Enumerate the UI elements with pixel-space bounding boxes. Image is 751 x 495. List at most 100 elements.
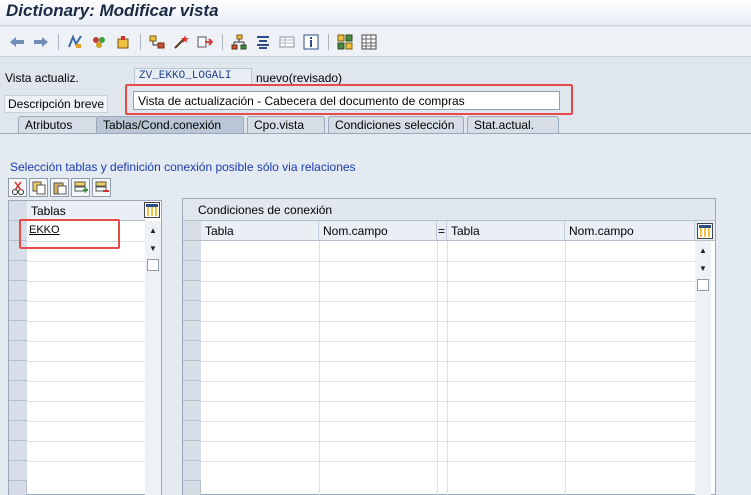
row-selector[interactable]: [183, 261, 201, 281]
activate-icon[interactable]: [114, 33, 132, 51]
scroll-up-icon[interactable]: ▲: [145, 223, 161, 237]
tab-tablas-cond-conexion[interactable]: Tablas/Cond.conexión: [96, 116, 244, 134]
magic-wand-icon[interactable]: [172, 33, 190, 51]
grid-line: [27, 341, 145, 342]
row-selector[interactable]: [9, 261, 27, 281]
grid-config-icon[interactable]: [336, 33, 354, 51]
scroll-down-icon[interactable]: ▼: [695, 261, 711, 275]
ekko-highlight-box: [19, 219, 120, 249]
row-selector[interactable]: [9, 341, 27, 361]
title-bar: Dictionary: Modificar vista: [0, 0, 751, 26]
row-selector[interactable]: [9, 281, 27, 301]
forward-arrow-icon[interactable]: [32, 33, 50, 51]
row-selector[interactable]: [183, 321, 201, 341]
row-selector[interactable]: [183, 421, 201, 441]
conditions-title: Condiciones de conexión: [183, 199, 715, 221]
tab-stat-actual[interactable]: Stat.actual.: [467, 116, 559, 134]
hint-text: Selección tablas y definición conexión p…: [10, 160, 356, 174]
row-selector[interactable]: [183, 461, 201, 481]
description-input[interactable]: Vista de actualización - Cabecera del do…: [133, 91, 560, 110]
delete-row-icon[interactable]: [92, 178, 111, 197]
column-config-icon[interactable]: [697, 223, 713, 239]
back-arrow-icon[interactable]: [8, 33, 26, 51]
grid-line: [27, 401, 145, 402]
grid-line: [201, 321, 695, 322]
scroll-thumb[interactable]: [697, 279, 709, 291]
grid-line: [447, 241, 448, 495]
toolbar-separator: [328, 34, 329, 50]
grid-line: [201, 421, 695, 422]
grid-line: [201, 401, 695, 402]
select-all-cell[interactable]: [9, 201, 27, 220]
column-header-equals: =: [437, 221, 447, 240]
tablas-column-header: Tablas: [27, 201, 145, 220]
tab-cpo-vista[interactable]: Cpo.vista: [247, 116, 325, 134]
copy-icon[interactable]: [29, 178, 48, 197]
row-selector[interactable]: [183, 401, 201, 421]
row-selector[interactable]: [9, 321, 27, 341]
grid-line: [27, 321, 145, 322]
info-icon[interactable]: [302, 33, 320, 51]
transport-icon[interactable]: [196, 33, 214, 51]
scroll-thumb[interactable]: [147, 259, 159, 271]
other-object-icon[interactable]: [90, 33, 108, 51]
grid-line: [27, 461, 145, 462]
cut-icon[interactable]: [8, 178, 27, 197]
grid-line: [27, 281, 145, 282]
toolbar-separator: [222, 34, 223, 50]
grid-line: [201, 341, 695, 342]
toolbar-separator: [140, 34, 141, 50]
grid-line: [437, 241, 438, 495]
row-selector[interactable]: [9, 421, 27, 441]
grid-line: [565, 241, 566, 495]
grid-line: [201, 281, 695, 282]
insert-row-icon[interactable]: [71, 178, 90, 197]
grid-line: [201, 261, 695, 262]
table-icon[interactable]: [278, 33, 296, 51]
row-selector[interactable]: [9, 461, 27, 481]
paste-icon[interactable]: [50, 178, 69, 197]
row-selector[interactable]: [9, 301, 27, 321]
scroll-down-icon[interactable]: ▼: [145, 241, 161, 255]
list-icon[interactable]: [360, 33, 378, 51]
tab-strip: Atributos Tablas/Cond.conexión Cpo.vista…: [0, 116, 751, 134]
align-icon[interactable]: [254, 33, 272, 51]
grid-line: [201, 461, 695, 462]
grid-line: [27, 381, 145, 382]
row-selector[interactable]: [183, 341, 201, 361]
display-change-icon[interactable]: [66, 33, 84, 51]
grid-line: [27, 441, 145, 442]
row-selector[interactable]: [9, 441, 27, 461]
row-selector[interactable]: [183, 361, 201, 381]
column-header-tabla: Tabla: [201, 221, 319, 240]
tree-icon[interactable]: [230, 33, 248, 51]
row-selector[interactable]: [9, 381, 27, 401]
application-toolbar: [0, 27, 751, 57]
row-selector[interactable]: [9, 401, 27, 421]
select-all-cell[interactable]: [183, 221, 201, 240]
scroll-up-icon[interactable]: ▲: [695, 243, 711, 257]
column-config-icon[interactable]: [144, 202, 160, 218]
grid-line: [201, 441, 695, 442]
vista-name-field: ZV_EKKO_LOGALI: [134, 68, 252, 85]
grid-line: [27, 361, 145, 362]
row-selector[interactable]: [183, 381, 201, 401]
row-selector[interactable]: [183, 281, 201, 301]
tab-atributos[interactable]: Atributos: [18, 116, 98, 134]
tab-condiciones-seleccion[interactable]: Condiciones selección: [328, 116, 464, 134]
conditions-scrollbar[interactable]: ▲ ▼: [695, 241, 711, 495]
conditions-column-header-row: Tabla Nom.campo = Tabla Nom.campo: [183, 221, 715, 241]
vista-label: Vista actualiz.: [5, 71, 79, 85]
row-selector[interactable]: [183, 441, 201, 461]
descripcion-label: Descripción breve: [4, 95, 109, 113]
tables-scrollbar[interactable]: ▲ ▼: [145, 221, 161, 495]
tables-grid-header: Tablas: [9, 201, 145, 221]
grid-line: [27, 421, 145, 422]
conditions-grid: Condiciones de conexión Tabla Nom.campo …: [182, 198, 716, 495]
row-selector[interactable]: [9, 361, 27, 381]
vista-status: nuevo(revisado): [256, 71, 343, 85]
row-selector[interactable]: [183, 301, 201, 321]
hierarchy-icon[interactable]: [148, 33, 166, 51]
grid-line: [27, 261, 145, 262]
row-selector[interactable]: [183, 241, 201, 261]
